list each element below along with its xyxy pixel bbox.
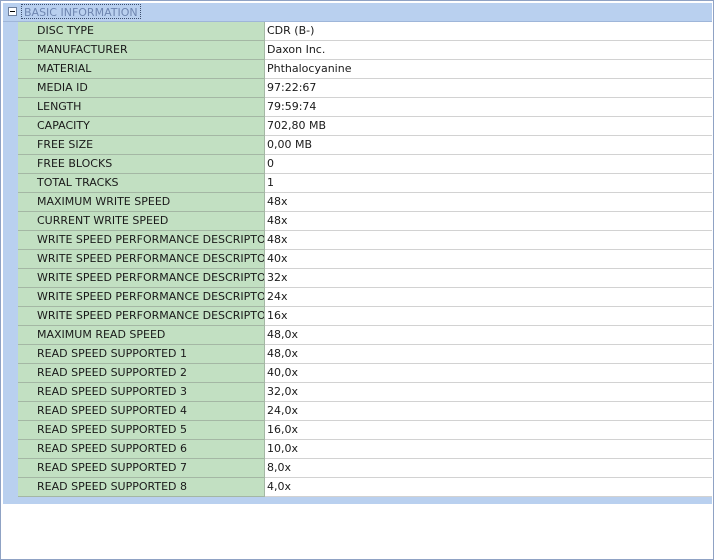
property-value[interactable]: 10,0x bbox=[265, 440, 712, 459]
property-name[interactable]: FREE SIZE bbox=[18, 136, 265, 155]
property-value[interactable]: 40,0x bbox=[265, 364, 712, 383]
property-row[interactable]: DISC TYPE CDR (B-) bbox=[18, 22, 712, 41]
property-row[interactable]: WRITE SPEED PERFORMANCE DESCRIPTOR 3 32x bbox=[18, 269, 712, 288]
property-value[interactable]: 48,0x bbox=[265, 326, 712, 345]
property-value[interactable]: 32x bbox=[265, 269, 712, 288]
property-name[interactable]: TOTAL TRACKS bbox=[18, 174, 265, 193]
property-row[interactable]: READ SPEED SUPPORTED 3 32,0x bbox=[18, 383, 712, 402]
property-row[interactable]: FREE BLOCKS 0 bbox=[18, 155, 712, 174]
property-name[interactable]: WRITE SPEED PERFORMANCE DESCRIPTOR 5 bbox=[18, 307, 265, 326]
property-name[interactable]: READ SPEED SUPPORTED 7 bbox=[18, 459, 265, 478]
property-value[interactable]: 4,0x bbox=[265, 478, 712, 497]
property-value[interactable]: 8,0x bbox=[265, 459, 712, 478]
property-name[interactable]: WRITE SPEED PERFORMANCE DESCRIPTOR 4 bbox=[18, 288, 265, 307]
property-row[interactable]: TOTAL TRACKS 1 bbox=[18, 174, 712, 193]
property-value[interactable]: 16x bbox=[265, 307, 712, 326]
property-row[interactable]: WRITE SPEED PERFORMANCE DESCRIPTOR 4 24x bbox=[18, 288, 712, 307]
property-name[interactable]: WRITE SPEED PERFORMANCE DESCRIPTOR 3 bbox=[18, 269, 265, 288]
property-name[interactable]: MAXIMUM READ SPEED bbox=[18, 326, 265, 345]
property-row[interactable]: READ SPEED SUPPORTED 7 8,0x bbox=[18, 459, 712, 478]
property-value[interactable]: 702,80 MB bbox=[265, 117, 712, 136]
property-name[interactable]: READ SPEED SUPPORTED 4 bbox=[18, 402, 265, 421]
property-value[interactable]: 48,0x bbox=[265, 345, 712, 364]
property-value[interactable]: 48x bbox=[265, 231, 712, 250]
property-row[interactable]: WRITE SPEED PERFORMANCE DESCRIPTOR 5 16x bbox=[18, 307, 712, 326]
property-value[interactable]: 97:22:67 bbox=[265, 79, 712, 98]
property-row[interactable]: LENGTH 79:59:74 bbox=[18, 98, 712, 117]
property-row[interactable]: READ SPEED SUPPORTED 1 48,0x bbox=[18, 345, 712, 364]
property-name[interactable]: READ SPEED SUPPORTED 6 bbox=[18, 440, 265, 459]
property-name[interactable]: CAPACITY bbox=[18, 117, 265, 136]
property-name[interactable]: DISC TYPE bbox=[18, 22, 265, 41]
property-row[interactable]: MEDIA ID 97:22:67 bbox=[18, 79, 712, 98]
property-row[interactable]: CAPACITY 702,80 MB bbox=[18, 117, 712, 136]
property-value[interactable]: 24,0x bbox=[265, 402, 712, 421]
property-name[interactable]: WRITE SPEED PERFORMANCE DESCRIPTOR 1 bbox=[18, 231, 265, 250]
property-name[interactable]: READ SPEED SUPPORTED 1 bbox=[18, 345, 265, 364]
property-name[interactable]: FREE BLOCKS bbox=[18, 155, 265, 174]
property-value[interactable]: 48x bbox=[265, 193, 712, 212]
property-row[interactable]: CURRENT WRITE SPEED 48x bbox=[18, 212, 712, 231]
property-value[interactable]: 24x bbox=[265, 288, 712, 307]
property-value[interactable]: Phthalocyanine bbox=[265, 60, 712, 79]
property-row[interactable]: READ SPEED SUPPORTED 6 10,0x bbox=[18, 440, 712, 459]
property-row[interactable]: MATERIAL Phthalocyanine bbox=[18, 60, 712, 79]
property-name[interactable]: READ SPEED SUPPORTED 3 bbox=[18, 383, 265, 402]
property-value[interactable]: 79:59:74 bbox=[265, 98, 712, 117]
property-name[interactable]: READ SPEED SUPPORTED 2 bbox=[18, 364, 265, 383]
property-value[interactable]: CDR (B-) bbox=[265, 22, 712, 41]
property-list: DISC TYPE CDR (B-) MANUFACTURER Daxon Inc. M… bbox=[3, 22, 712, 504]
property-row[interactable]: MAXIMUM READ SPEED 48,0x bbox=[18, 326, 712, 345]
property-value[interactable]: Daxon Inc. bbox=[265, 41, 712, 60]
property-name[interactable]: MANUFACTURER bbox=[18, 41, 265, 60]
property-name[interactable]: MAXIMUM WRITE SPEED bbox=[18, 193, 265, 212]
group-header-basic-information[interactable]: BASIC INFORMATION bbox=[3, 3, 712, 22]
property-row[interactable]: MANUFACTURER Daxon Inc. bbox=[18, 41, 712, 60]
property-name[interactable]: MEDIA ID bbox=[18, 79, 265, 98]
property-grid: BASIC INFORMATION DISC TYPE CDR (B-) MANUF… bbox=[3, 3, 712, 504]
property-row[interactable]: READ SPEED SUPPORTED 8 4,0x bbox=[18, 478, 712, 497]
property-name[interactable]: WRITE SPEED PERFORMANCE DESCRIPTOR 2 bbox=[18, 250, 265, 269]
property-row[interactable]: READ SPEED SUPPORTED 5 16,0x bbox=[18, 421, 712, 440]
property-name[interactable]: CURRENT WRITE SPEED bbox=[18, 212, 265, 231]
property-name[interactable]: LENGTH bbox=[18, 98, 265, 117]
property-grid-panel: BASIC INFORMATION DISC TYPE CDR (B-) MANUF… bbox=[0, 0, 714, 560]
property-name[interactable]: READ SPEED SUPPORTED 8 bbox=[18, 478, 265, 497]
property-value[interactable]: 16,0x bbox=[265, 421, 712, 440]
property-row[interactable]: READ SPEED SUPPORTED 4 24,0x bbox=[18, 402, 712, 421]
property-row[interactable]: WRITE SPEED PERFORMANCE DESCRIPTOR 2 40x bbox=[18, 250, 712, 269]
property-value[interactable]: 0,00 MB bbox=[265, 136, 712, 155]
property-name[interactable]: MATERIAL bbox=[18, 60, 265, 79]
property-row[interactable]: FREE SIZE 0,00 MB bbox=[18, 136, 712, 155]
property-row[interactable]: WRITE SPEED PERFORMANCE DESCRIPTOR 1 48x bbox=[18, 231, 712, 250]
property-value[interactable]: 32,0x bbox=[265, 383, 712, 402]
collapse-toggle-icon[interactable] bbox=[8, 7, 17, 16]
property-value[interactable]: 0 bbox=[265, 155, 712, 174]
property-value[interactable]: 40x bbox=[265, 250, 712, 269]
property-row[interactable]: READ SPEED SUPPORTED 2 40,0x bbox=[18, 364, 712, 383]
property-value[interactable]: 1 bbox=[265, 174, 712, 193]
property-value[interactable]: 48x bbox=[265, 212, 712, 231]
group-title[interactable]: BASIC INFORMATION bbox=[21, 4, 141, 19]
property-name[interactable]: READ SPEED SUPPORTED 5 bbox=[18, 421, 265, 440]
property-row[interactable]: MAXIMUM WRITE SPEED 48x bbox=[18, 193, 712, 212]
